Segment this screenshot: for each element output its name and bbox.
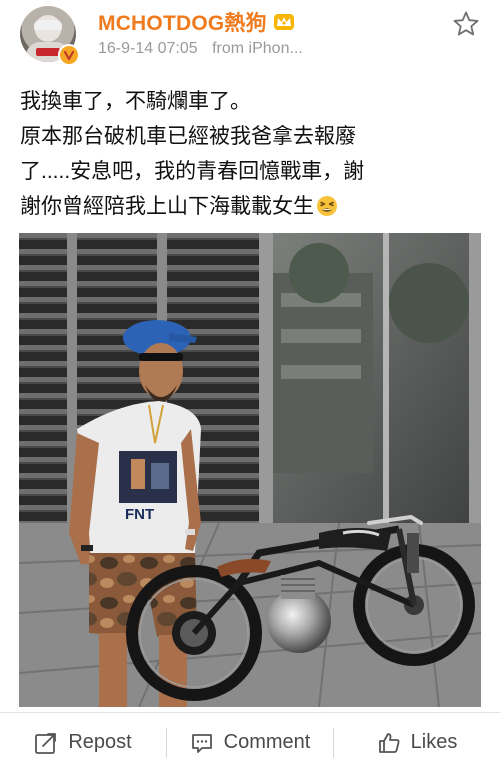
avatar-cap <box>34 20 62 30</box>
tshirt-print: FNT <box>125 506 154 523</box>
star-icon[interactable] <box>452 10 480 38</box>
action-bar: Repost Comment Likes <box>0 712 500 772</box>
comment-icon <box>191 733 212 753</box>
post-text-line: 了.....安息吧，我的青春回憶戰車，謝 <box>20 160 365 183</box>
timestamp: 16-9-14 07:05 <box>98 40 198 57</box>
tired-face-emoji <box>317 196 337 216</box>
post-text: 我換車了，不騎爛車了。 原本那台破机車已經被我爸拿去報廢 了.....安息吧，我… <box>20 84 485 224</box>
post-photo[interactable]: FNT <box>19 233 481 707</box>
comment-button[interactable]: Comment <box>167 713 333 772</box>
author-name[interactable]: MCHOTDOG熱狗 <box>98 7 267 37</box>
avatar-logo <box>36 48 60 56</box>
post-text-line-content: 謝你曾經陪我上山下海載載女生 <box>20 195 314 218</box>
verified-badge-icon <box>58 44 80 66</box>
photo-scene: FNT <box>19 233 481 707</box>
comment-label: Comment <box>223 731 311 753</box>
post-text-line: 我換車了，不騎爛車了。 <box>20 90 251 113</box>
post-text-line: 謝你曾經陪我上山下海載載女生 <box>20 189 485 224</box>
post-source[interactable]: from iPhon... <box>212 40 303 57</box>
crown-icon <box>273 14 294 30</box>
post-meta: 16-9-14 07:05 from iPhon... <box>98 40 303 58</box>
post-header: MCHOTDOG熱狗 16-9-14 07:05 from iPhon... <box>0 0 500 80</box>
repost-label: Repost <box>68 731 132 753</box>
author-row: MCHOTDOG熱狗 <box>98 8 295 36</box>
post-text-line: 原本那台破机車已經被我爸拿去報廢 <box>20 125 356 148</box>
thumbs-up-icon <box>378 732 400 753</box>
likes-label: Likes <box>410 731 458 753</box>
likes-button[interactable]: Likes <box>334 713 500 772</box>
repost-icon <box>35 732 57 754</box>
repost-button[interactable]: Repost <box>0 713 166 772</box>
